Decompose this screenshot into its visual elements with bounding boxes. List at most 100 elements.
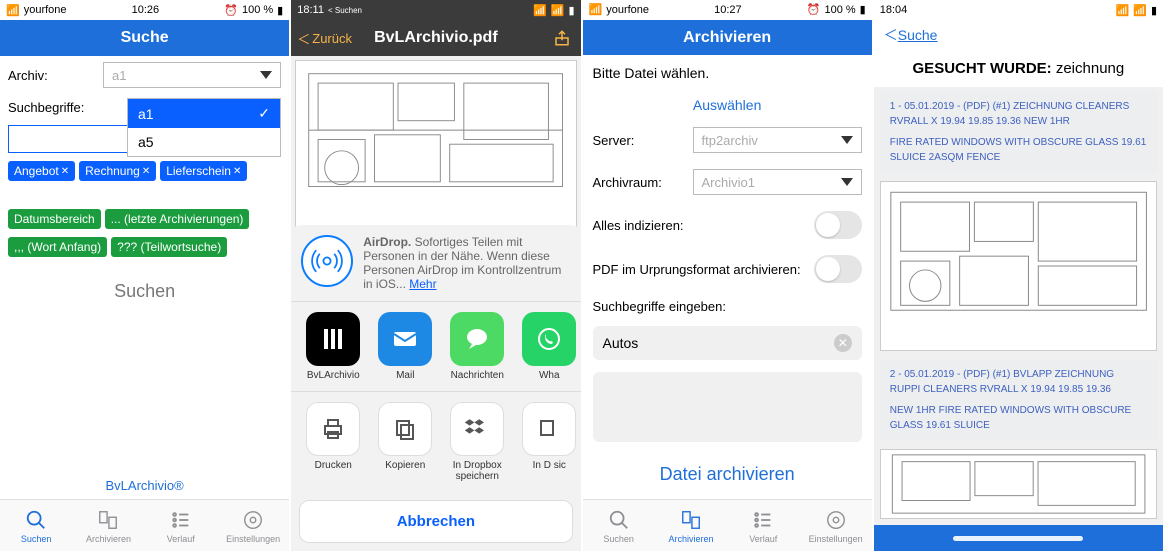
back-button[interactable]: ＜Suche [874, 20, 1163, 50]
tab-einstellungen[interactable]: Einstellungen [217, 500, 289, 551]
chip-teilwort[interactable]: ??? (Teilwortsuche) [111, 237, 227, 257]
gear-icon [824, 508, 848, 532]
archive-icon [679, 508, 703, 532]
close-icon: ✕ [233, 166, 241, 177]
suchbegriffe-label: Suchbegriffe eingeben: [583, 291, 872, 322]
share-icon[interactable] [553, 29, 571, 47]
chip-lieferschein[interactable]: Lieferschein✕ [160, 161, 247, 181]
server-label: Server: [593, 133, 693, 148]
archive-form: Bitte Datei wählen. Auswählen Server: ft… [583, 55, 872, 499]
status-bar: 📶yourfone 10:27 ⏰100 %▮ [583, 0, 872, 20]
search-icon [24, 508, 48, 532]
index-toggle[interactable] [814, 211, 862, 239]
status-bar: 📶 yourfone 10:26 ⏰ 100 % ▮ [0, 0, 289, 20]
chip-rechnung[interactable]: Rechnung✕ [79, 161, 156, 181]
archiv-select[interactable]: a1 [103, 62, 281, 88]
status-time: 18:04 [880, 4, 908, 16]
share-nachrichten[interactable]: Nachrichten [441, 312, 513, 381]
chip-wortanfang[interactable]: ,,, (Wort Anfang) [8, 237, 107, 257]
pdf-format-label: PDF im Urprungsformat archivieren: [593, 262, 814, 277]
close-icon: ✕ [61, 166, 69, 177]
list-icon [169, 508, 193, 532]
share-mail[interactable]: Mail [369, 312, 441, 381]
result-item-1[interactable]: 1 - 05.01.2019 - (PDF) (#1) ZEICHNUNG CL… [880, 91, 1157, 173]
dropdown-option-a5[interactable]: a5 [128, 128, 280, 156]
archiv-dropdown: a1✓ a5 [127, 98, 281, 157]
check-icon: ✓ [258, 105, 270, 122]
tab-verlauf[interactable]: Verlauf [145, 500, 217, 551]
tab-einstellungen[interactable]: Einstellungen [799, 500, 871, 551]
navbar-title: BvLArchivio.pdf [374, 29, 498, 47]
search-icon [607, 508, 631, 532]
battery-label: 100 % [242, 4, 273, 16]
cancel-button[interactable]: Abbrechen [299, 500, 572, 543]
airdrop-more-link[interactable]: Mehr [409, 277, 436, 291]
search-button[interactable]: Suchen [0, 261, 289, 322]
chip-letzte[interactable]: ... (letzte Archivierungen) [105, 209, 250, 229]
navbar: Archivieren [583, 20, 872, 56]
choose-file-label: Bitte Datei wählen. [583, 55, 872, 91]
archive-icon [96, 508, 120, 532]
navbar: ＜ Zurück BvLArchivio.pdf [291, 20, 580, 56]
action-dropbox[interactable]: In Dropbox speichern [441, 402, 513, 482]
tab-suchen[interactable]: Suchen [583, 500, 655, 551]
battery-icon: ▮ [568, 4, 574, 17]
action-kopieren[interactable]: Kopieren [369, 402, 441, 482]
tab-archivieren[interactable]: Archivieren [655, 500, 727, 551]
archiv-label: Archiv: [8, 68, 103, 83]
signal-icon: 📶 [589, 3, 603, 16]
choose-file-button[interactable]: Auswählen [583, 91, 872, 119]
tab-verlauf[interactable]: Verlauf [727, 500, 799, 551]
result-thumbnail-1[interactable] [880, 181, 1157, 351]
result-item-2[interactable]: 2 - 05.01.2019 - (PDF) (#1) BVLAPP ZEICH… [880, 359, 1157, 441]
screen-archivieren: 📶yourfone 10:27 ⏰100 %▮ Archivieren Bitt… [583, 0, 872, 551]
status-time: 18:11 [297, 4, 324, 16]
action-drucken[interactable]: Drucken [297, 402, 369, 482]
share-sheet: AirDrop. Sofortiges Teilen mit Personen … [291, 225, 580, 551]
battery-icon: ▮ [277, 4, 283, 17]
clear-icon[interactable]: ✕ [834, 334, 852, 352]
pdf-format-toggle[interactable] [814, 255, 862, 283]
share-bvlarchivio[interactable]: BvLArchivio [297, 312, 369, 381]
archivraum-label: Archivraum: [593, 175, 693, 190]
share-whatsapp[interactable]: Wha [513, 312, 580, 381]
archivraum-select[interactable]: Archivio1 [693, 169, 862, 195]
chevron-down-icon [841, 136, 853, 144]
tab-bar: Suchen Archivieren Verlauf Einstellungen [0, 499, 289, 551]
chip-datumsbereich[interactable]: Datumsbereich [8, 209, 101, 229]
suchbegriffe-label: Suchbegriffe: [8, 100, 103, 115]
suchbegriffe-input[interactable]: Autos ✕ [593, 326, 862, 360]
airdrop-icon [301, 235, 353, 287]
alarm-icon: ⏰ [224, 4, 238, 17]
navbar-title: Archivieren [683, 29, 771, 47]
bottom-handle[interactable] [874, 525, 1163, 551]
handle-bar-icon [953, 536, 1083, 541]
dropdown-option-a1[interactable]: a1✓ [128, 99, 280, 128]
tab-suchen[interactable]: Suchen [0, 500, 72, 551]
status-time: 10:26 [132, 4, 160, 16]
carrier-label: yourfone [24, 4, 67, 16]
result-thumbnail-2[interactable] [880, 449, 1157, 519]
chevron-down-icon [260, 71, 272, 79]
wifi-icon: 📶 [551, 4, 565, 17]
carrier-label: yourfone [606, 4, 649, 16]
server-select[interactable]: ftp2archiv [693, 127, 862, 153]
tab-bar: Suchen Archivieren Verlauf Einstellungen [583, 499, 872, 551]
notes-textarea[interactable] [593, 372, 862, 442]
gear-icon [241, 508, 265, 532]
archiv-value: a1 [112, 68, 126, 83]
signal-icon: 📶 [533, 4, 547, 17]
screen-suche: 📶 yourfone 10:26 ⏰ 100 % ▮ Suche Archiv:… [0, 0, 289, 551]
signal-icon: 📶 [6, 4, 20, 17]
navbar-title: Suche [121, 29, 169, 47]
back-button[interactable]: ＜ Zurück [297, 29, 352, 48]
chip-angebot[interactable]: Angebot✕ [8, 161, 75, 181]
status-bar: 18:11< Suchen 📶📶▮ [291, 0, 580, 20]
brand-label: BvLArchivio® [0, 472, 289, 499]
tab-archivieren[interactable]: Archivieren [72, 500, 144, 551]
archive-button[interactable]: Datei archivieren [583, 450, 872, 499]
close-icon: ✕ [142, 166, 150, 177]
battery-icon: ▮ [1151, 4, 1157, 17]
action-more[interactable]: In D sic [513, 402, 580, 482]
status-bar: 18:04 📶📶▮ [874, 0, 1163, 20]
